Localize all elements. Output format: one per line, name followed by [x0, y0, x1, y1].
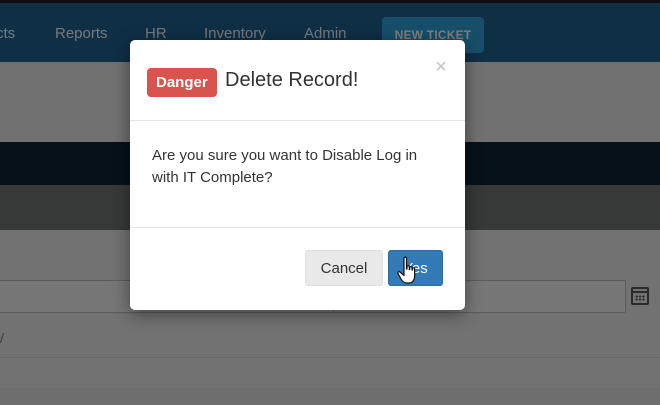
modal-header: Danger Delete Record! ×: [130, 40, 465, 121]
modal-body: Are you sure you want to Disable Log in …: [130, 121, 465, 228]
hand-pointer-cursor-icon: [397, 256, 416, 284]
modal-title: Delete Record!: [225, 69, 359, 91]
cancel-button[interactable]: Cancel: [305, 250, 383, 286]
close-icon[interactable]: ×: [430, 56, 452, 78]
confirmation-message: Are you sure you want to Disable Log in …: [152, 147, 418, 186]
danger-badge: Danger: [147, 68, 217, 97]
